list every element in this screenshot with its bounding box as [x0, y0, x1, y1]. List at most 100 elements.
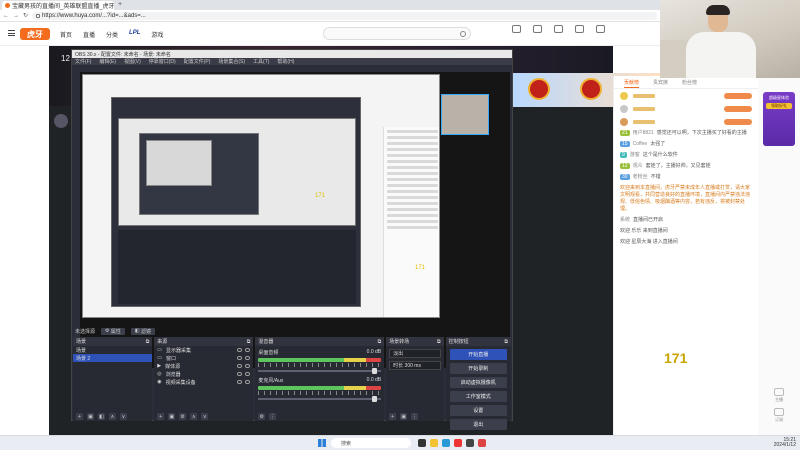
- obs-preview[interactable]: 171 171: [80, 72, 510, 368]
- obs-menu-bar: 文件(F) 编辑(E) 视图(V) 停靠窗口(D) 配置文件(P) 场景集合(S…: [72, 58, 512, 65]
- camera-icon: ◉: [157, 379, 162, 385]
- rail-item-anchor[interactable]: 主播: [765, 388, 793, 403]
- obs-title-bar: OBS 30.x - 配置文件: 未命名 - 场景: 未命名: [72, 50, 512, 58]
- remove-transition-icon[interactable]: ▣: [400, 413, 408, 420]
- mixer-settings-icon[interactable]: ⚙: [258, 413, 266, 420]
- obs-menu-view[interactable]: 视图(V): [124, 58, 141, 65]
- windows-start-icon[interactable]: [318, 439, 326, 447]
- file-explorer-icon[interactable]: [430, 439, 438, 447]
- source-item[interactable]: ▭ 显示器采集: [154, 346, 253, 354]
- remove-scene-icon[interactable]: ▣: [87, 413, 94, 420]
- move-up-icon[interactable]: ∧: [109, 413, 116, 420]
- source-item[interactable]: ▶ 媒体源: [154, 362, 253, 370]
- obs-window: OBS 30.x - 配置文件: 未命名 - 场景: 未命名 文件(F) 编辑(…: [71, 49, 513, 430]
- start-streaming-button[interactable]: 开始直播: [449, 349, 507, 360]
- properties-button[interactable]: ⚙ 属性: [101, 327, 125, 335]
- filters-button[interactable]: ◧ 滤镜: [130, 327, 156, 335]
- obs-menu-scene-collection[interactable]: 场景集合(S): [218, 58, 245, 65]
- tab-vip[interactable]: 贵宾席: [653, 79, 668, 88]
- add-transition-icon[interactable]: +: [389, 413, 397, 420]
- rank-row[interactable]: [614, 102, 758, 115]
- volume-slider[interactable]: [258, 368, 382, 374]
- scene-item[interactable]: 场景: [73, 346, 152, 354]
- nav-item-category[interactable]: 分类: [106, 30, 118, 39]
- obs-menu-file[interactable]: 文件(F): [75, 58, 91, 65]
- start-recording-button[interactable]: 开始录制: [449, 363, 507, 374]
- tab-fans[interactable]: 粉丝榜: [682, 79, 697, 88]
- channel-name: 桌面音频: [258, 350, 279, 356]
- forward-icon[interactable]: →: [13, 13, 19, 19]
- rank-badge-icon: [620, 117, 628, 126]
- game-icon[interactable]: [554, 25, 563, 33]
- settings-button[interactable]: 设置: [449, 405, 507, 416]
- obs-menu-help[interactable]: 帮助(H): [277, 58, 294, 65]
- new-tab-button[interactable]: +: [118, 1, 122, 8]
- obs-menu-profile[interactable]: 配置文件(P): [184, 58, 211, 65]
- mixer-menu-icon[interactable]: ⋮: [269, 413, 277, 420]
- site-logo[interactable]: 虎牙: [20, 28, 50, 40]
- move-down-icon[interactable]: ∨: [120, 413, 127, 420]
- transition-menu-icon[interactable]: ⋮: [411, 413, 419, 420]
- mixer-dock-header: 混音器 ⧉: [255, 337, 385, 346]
- source-settings-icon[interactable]: ⚙: [179, 413, 187, 420]
- person-body: [686, 32, 756, 78]
- obs-menu-edit[interactable]: 编辑(E): [99, 58, 116, 65]
- virtual-camera-button[interactable]: 启动虚拟摄像机: [449, 377, 507, 388]
- rail-item-subscribe[interactable]: 订阅: [765, 408, 793, 423]
- mixer-channel: 麦克风/Aux 0.0 dB: [258, 377, 382, 402]
- clock[interactable]: 15:21 2024/1/12: [774, 438, 796, 448]
- edge-icon[interactable]: [442, 439, 450, 447]
- nav-item-live[interactable]: 直播: [83, 30, 95, 39]
- move-up-icon[interactable]: ∧: [190, 413, 198, 420]
- system-notice: 欢迎来到本直播间，虎牙严禁未成年人直播或打赏，请大家文明观看，共同营造良好的直播…: [620, 185, 751, 212]
- nav-item-games[interactable]: 游戏: [151, 30, 163, 39]
- menu-icon[interactable]: [8, 30, 15, 36]
- sources-dock: 来源 ⧉ ▭ 显示器采集 ▭ 窗口 ▶ 媒体源 ◎ 浏览器 ◉ 视频采集设备 + ▣ ⚙ ∧…: [154, 337, 254, 421]
- url-field[interactable]: https://www.huya.com/...?id=...&ads=...: [32, 11, 657, 20]
- obs-menu-tools[interactable]: 工具(T): [253, 58, 269, 65]
- promo-card[interactable]: 超级星体验 领取好礼: [763, 92, 795, 146]
- nav-item-lpl[interactable]: LPL: [129, 30, 140, 39]
- browser-tab[interactable]: 宝藏男孩的直播间_英雄联盟直播_虎牙直播 ×: [2, 1, 114, 10]
- history-icon[interactable]: [512, 25, 521, 33]
- channel-name: 麦克风/Aux: [258, 378, 284, 384]
- source-item[interactable]: ◉ 视频采集设备: [154, 378, 253, 386]
- search-icon[interactable]: [460, 31, 466, 37]
- nav-item-home[interactable]: 首页: [60, 30, 72, 39]
- rank-row[interactable]: [614, 115, 758, 128]
- reload-icon[interactable]: ↻: [23, 12, 28, 19]
- taskview-icon[interactable]: [418, 439, 426, 447]
- source-item[interactable]: ◎ 浏览器: [154, 370, 253, 378]
- obs-icon[interactable]: [466, 439, 474, 447]
- browser-icon: ◎: [157, 371, 162, 377]
- transition-duration-field[interactable]: 时长 300 ms: [389, 361, 441, 370]
- taskbar-search[interactable]: 搜索: [331, 438, 411, 448]
- back-icon[interactable]: ←: [3, 13, 9, 19]
- app-icon[interactable]: [454, 439, 462, 447]
- message-icon[interactable]: [596, 25, 605, 33]
- source-item[interactable]: ▭ 窗口: [154, 354, 253, 362]
- download-icon[interactable]: [575, 25, 584, 33]
- streamer-avatar[interactable]: [54, 114, 68, 128]
- remove-source-icon[interactable]: ▣: [168, 413, 176, 420]
- overlay-number: 171: [664, 350, 688, 366]
- subscribe-icon[interactable]: [533, 25, 542, 33]
- exit-button[interactable]: 退出: [449, 419, 507, 430]
- site-search-input[interactable]: [323, 27, 471, 40]
- add-scene-icon[interactable]: +: [76, 413, 83, 420]
- volume-slider[interactable]: [258, 396, 382, 402]
- move-down-icon[interactable]: ∨: [201, 413, 209, 420]
- transition-select[interactable]: 淡出: [389, 349, 441, 358]
- sources-toolbar: + ▣ ⚙ ∧ ∨: [154, 412, 253, 421]
- studio-mode-button[interactable]: 工作室模式: [449, 391, 507, 402]
- scenes-toolbar: + ▣ ◧ ∧ ∨: [73, 412, 152, 421]
- tab-contribution[interactable]: 贡献榜: [624, 79, 640, 88]
- chrome-icon[interactable]: [478, 439, 486, 447]
- anchor-icon: [774, 388, 784, 396]
- scene-item-selected[interactable]: 场景 2: [73, 354, 153, 362]
- chat-message: 9 游客 这个是什么软件: [620, 152, 678, 158]
- rank-row[interactable]: [614, 89, 758, 102]
- scene-filter-icon[interactable]: ◧: [98, 413, 105, 420]
- obs-menu-docks[interactable]: 停靠窗口(D): [149, 58, 176, 65]
- add-source-icon[interactable]: +: [157, 413, 165, 420]
